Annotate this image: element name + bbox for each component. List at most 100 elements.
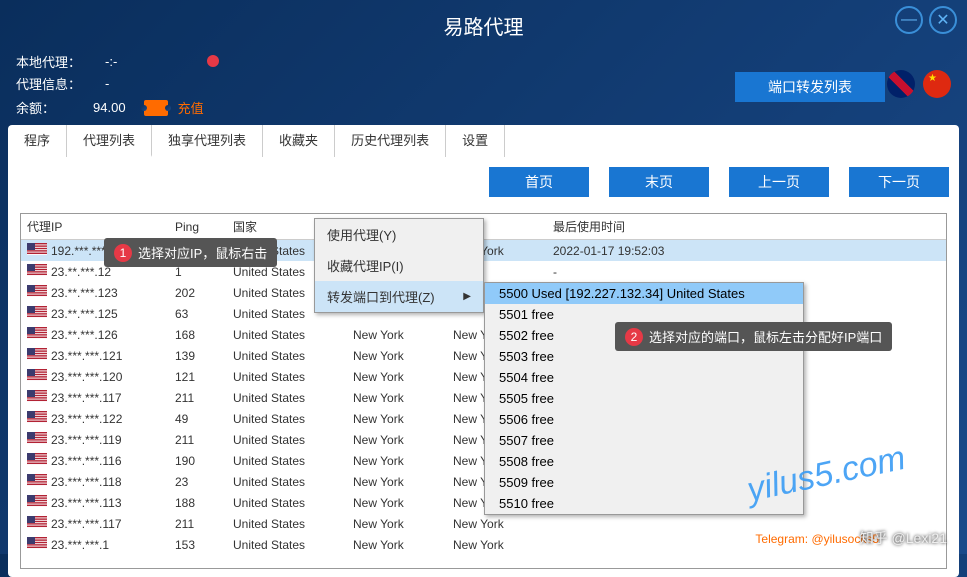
- local-proxy-value: -:-: [105, 54, 117, 69]
- app-title: 易路代理: [444, 11, 524, 40]
- cell: United States: [227, 513, 347, 534]
- cell: 23.**.***.125: [21, 303, 169, 324]
- callout-1: 1 选择对应IP，鼠标右击: [104, 238, 277, 267]
- tab-3[interactable]: 收藏夹: [263, 125, 335, 157]
- port-option[interactable]: 5510 free: [485, 493, 803, 514]
- ctx-fav-proxy[interactable]: 收藏代理IP(I): [315, 250, 483, 281]
- cell: New York: [347, 387, 447, 408]
- cell: 202: [169, 282, 227, 303]
- proxy-info-value: -: [105, 76, 109, 91]
- nav-btn-1[interactable]: 末页: [609, 167, 709, 197]
- balance-label: 余额：: [16, 98, 55, 117]
- cell: 23: [169, 471, 227, 492]
- flag-us-icon: [27, 390, 47, 402]
- cell: New York: [347, 429, 447, 450]
- cell: New York: [347, 345, 447, 366]
- minimize-button[interactable]: —: [895, 6, 923, 34]
- proxy-info-label: 代理信息：: [16, 74, 101, 93]
- col-header[interactable]: 最后使用时间: [547, 214, 946, 240]
- cell: United States: [227, 408, 347, 429]
- tab-4[interactable]: 历史代理列表: [335, 125, 446, 157]
- cell: United States: [227, 534, 347, 555]
- cell: 63: [169, 303, 227, 324]
- port-option[interactable]: 5507 free: [485, 430, 803, 451]
- cell: United States: [227, 387, 347, 408]
- flag-us-icon: [27, 474, 47, 486]
- ctx-forward-port-label: 转发端口到代理(Z): [327, 287, 435, 306]
- cell: 23.***.***.118: [21, 471, 169, 492]
- cell: 23.***.***.120: [21, 366, 169, 387]
- tab-5[interactable]: 设置: [446, 125, 505, 157]
- cell: 2022-01-17 19:52:03: [547, 240, 946, 262]
- col-header[interactable]: Ping: [169, 214, 227, 240]
- flag-us-icon: [27, 264, 47, 276]
- cell: United States: [227, 429, 347, 450]
- submenu-arrow-icon: ▶: [463, 291, 471, 302]
- local-proxy-label: 本地代理：: [16, 52, 101, 71]
- cell: 190: [169, 450, 227, 471]
- port-forward-list-button[interactable]: 端口转发列表: [735, 72, 885, 102]
- flag-us-icon: [27, 495, 47, 507]
- cell: 168: [169, 324, 227, 345]
- port-option[interactable]: 5505 free: [485, 388, 803, 409]
- cell: 211: [169, 387, 227, 408]
- nav-btn-2[interactable]: 上一页: [729, 167, 829, 197]
- cell: 23.***.***.119: [21, 429, 169, 450]
- flag-us-icon: [27, 348, 47, 360]
- cell: 121: [169, 366, 227, 387]
- close-button[interactable]: ✕: [929, 6, 957, 34]
- ctx-use-proxy[interactable]: 使用代理(Y): [315, 219, 483, 250]
- callout-1-num: 1: [114, 244, 132, 262]
- flag-us-icon: [27, 411, 47, 423]
- cell: 49: [169, 408, 227, 429]
- cell: 153: [169, 534, 227, 555]
- port-option[interactable]: 5508 free: [485, 451, 803, 472]
- context-menu: 使用代理(Y) 收藏代理IP(I) 转发端口到代理(Z) ▶: [314, 218, 484, 313]
- cell: -: [547, 261, 946, 282]
- ctx-forward-port[interactable]: 转发端口到代理(Z) ▶: [315, 281, 483, 312]
- tab-2[interactable]: 独享代理列表: [152, 125, 263, 157]
- cell: 211: [169, 429, 227, 450]
- flag-us-icon: [27, 327, 47, 339]
- cell: New York: [347, 534, 447, 555]
- cell: United States: [227, 492, 347, 513]
- cell: United States: [227, 324, 347, 345]
- tab-0[interactable]: 程序: [8, 125, 67, 157]
- port-option[interactable]: 5500 Used [192.227.132.34] United States: [485, 283, 803, 304]
- port-option[interactable]: 5506 free: [485, 409, 803, 430]
- tab-1[interactable]: 代理列表: [67, 125, 152, 157]
- cell: United States: [227, 450, 347, 471]
- nav-btn-0[interactable]: 首页: [489, 167, 589, 197]
- lang-en-icon[interactable]: [887, 70, 915, 98]
- lang-cn-icon[interactable]: [923, 70, 951, 98]
- credits: 知乎 @Lexi21: [860, 528, 947, 548]
- flag-us-icon: [27, 432, 47, 444]
- callout-2: 2 选择对应的端口，鼠标左击分配好IP端口: [615, 322, 892, 351]
- cell: 23.***.***.121: [21, 345, 169, 366]
- cell: 188: [169, 492, 227, 513]
- cell: New York: [347, 492, 447, 513]
- callout-2-num: 2: [625, 328, 643, 346]
- cell: 23.***.***.116: [21, 450, 169, 471]
- callout-2-text: 选择对应的端口，鼠标左击分配好IP端口: [649, 327, 882, 346]
- status-indicator-icon: [207, 55, 219, 67]
- cell: 211: [169, 513, 227, 534]
- cell: New York: [347, 450, 447, 471]
- port-submenu: 5500 Used [192.227.132.34] United States…: [484, 282, 804, 515]
- cell: 23.**.***.126: [21, 324, 169, 345]
- cell: 23.***.***.117: [21, 387, 169, 408]
- cell: 23.***.***.1: [21, 534, 169, 555]
- port-option[interactable]: 5504 free: [485, 367, 803, 388]
- cell: New York: [447, 513, 547, 534]
- nav-btn-3[interactable]: 下一页: [849, 167, 949, 197]
- cell: 23.***.***.122: [21, 408, 169, 429]
- flag-us-icon: [27, 453, 47, 465]
- table-row[interactable]: 23.***.***.117211United StatesNew YorkNe…: [21, 513, 946, 534]
- cell: New York: [347, 471, 447, 492]
- recharge-link[interactable]: 充值: [178, 98, 204, 117]
- port-option[interactable]: 5509 free: [485, 472, 803, 493]
- balance-value: 94.00: [93, 100, 126, 115]
- col-header[interactable]: 代理IP: [21, 214, 169, 240]
- cell: United States: [227, 345, 347, 366]
- flag-us-icon: [27, 537, 47, 549]
